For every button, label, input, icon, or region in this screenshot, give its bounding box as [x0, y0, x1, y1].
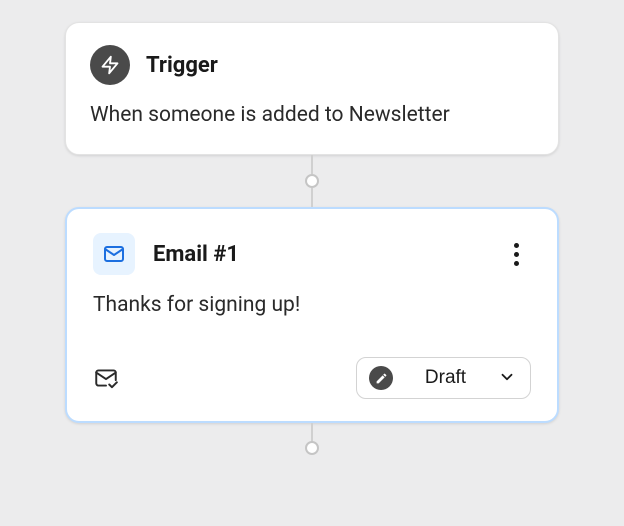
chevron-down-icon: [498, 368, 516, 389]
envelope-icon: [93, 233, 135, 275]
connector-node-icon: [305, 441, 319, 455]
email-footer: Draft: [93, 357, 531, 399]
email-check-icon: [93, 365, 119, 391]
connector: [311, 155, 313, 207]
email-card-header: Email #1: [93, 233, 531, 275]
status-dropdown[interactable]: Draft: [356, 357, 531, 399]
trigger-card[interactable]: Trigger When someone is added to Newslet…: [65, 22, 559, 155]
trigger-card-header: Trigger: [90, 45, 534, 85]
more-options-button[interactable]: [501, 239, 531, 269]
lightning-icon: [90, 45, 130, 85]
trigger-description: When someone is added to Newsletter: [90, 101, 534, 130]
email-title: Email #1: [153, 242, 239, 267]
email-header-left: Email #1: [93, 233, 239, 275]
trigger-title: Trigger: [146, 53, 218, 78]
dots-vertical-icon: [514, 243, 519, 248]
status-label: Draft: [405, 367, 486, 389]
email-card[interactable]: Email #1 Thanks for signing up! Draft: [65, 207, 559, 423]
connector-node-icon: [305, 174, 319, 188]
connector-bottom: [311, 423, 313, 453]
email-description: Thanks for signing up!: [93, 293, 531, 317]
pencil-icon: [369, 366, 393, 390]
